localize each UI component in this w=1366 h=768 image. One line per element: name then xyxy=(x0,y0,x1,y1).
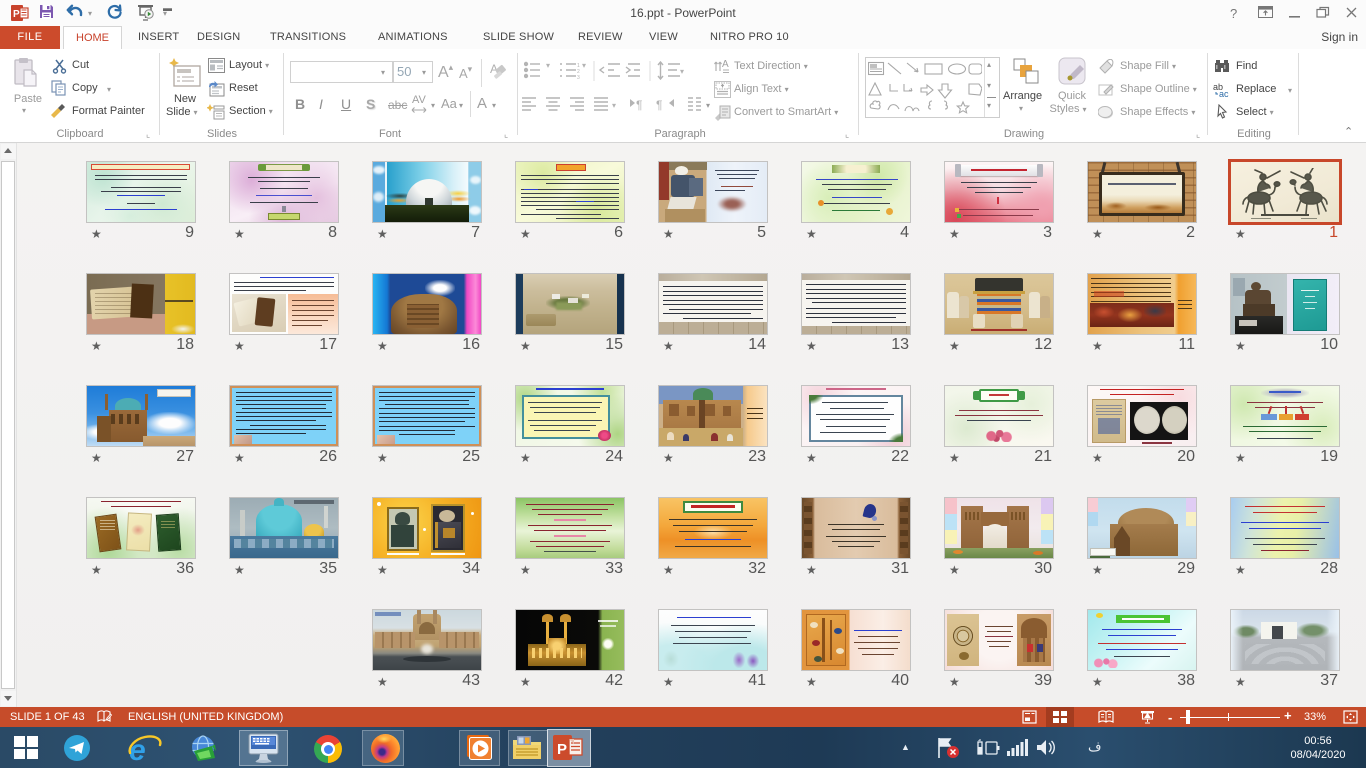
svg-text:▾: ▾ xyxy=(612,101,616,110)
svg-text:3: 3 xyxy=(577,75,580,81)
svg-text:¶: ¶ xyxy=(656,98,662,112)
svg-text:¶: ¶ xyxy=(636,98,642,112)
svg-text:A: A xyxy=(722,59,729,70)
svg-text:▾: ▾ xyxy=(546,61,550,70)
svg-text:▾: ▾ xyxy=(582,61,586,70)
svg-text:P: P xyxy=(557,741,567,758)
svg-text:▾: ▾ xyxy=(680,67,684,76)
svg-text:P: P xyxy=(13,9,20,20)
svg-text:?: ? xyxy=(1230,6,1237,20)
svg-text:ac: ac xyxy=(1219,89,1229,98)
